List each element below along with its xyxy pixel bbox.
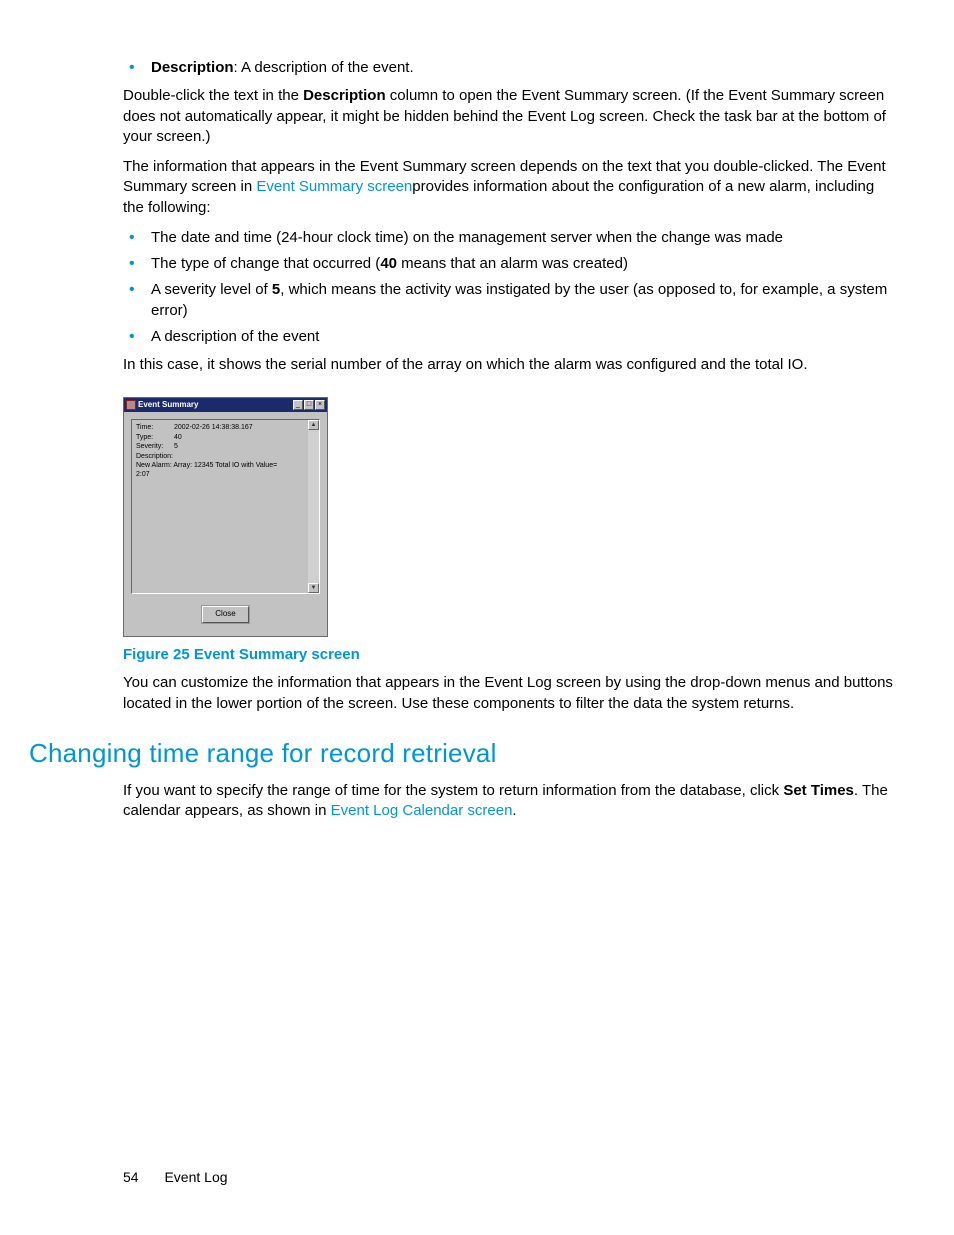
scroll-up-icon[interactable]: ▲ [308,420,319,430]
paragraph: Double-click the text in the Description… [123,86,899,147]
page: Description: A description of the event.… [0,0,954,1235]
event-details-textarea[interactable]: Time:2002-02-26 14:38:38.167 Type:40 Sev… [131,419,320,594]
time-value: 2002-02-26 14:38:38.167 [174,424,253,431]
figure-caption: Figure 25 Event Summary screen [123,645,899,665]
paragraph: In this case, it shows the serial number… [123,355,899,375]
description-label: Description: [136,453,173,460]
bullet-list-top: Description: A description of the event. [123,58,899,78]
scroll-down-icon[interactable]: ▼ [308,583,319,593]
list-item: The date and time (24-hour clock time) o… [123,228,899,248]
bold: 40 [380,255,397,272]
link-event-summary-screen[interactable]: Event Summary screen [256,178,412,195]
time-label: Time: [136,423,174,432]
maximize-button[interactable]: □ [304,400,314,410]
close-x-button[interactable]: × [315,400,325,410]
list-item: The type of change that occurred (40 mea… [123,254,899,274]
bold: 5 [272,281,280,298]
list-item: A severity level of 5, which means the a… [123,280,899,321]
list-text: The date and time (24-hour clock time) o… [151,229,783,246]
type-value: 40 [174,434,182,441]
minimize-button[interactable]: _ [293,400,303,410]
description-value-2: 2:07 [136,471,150,478]
severity-value: 5 [174,443,178,450]
type-label: Type: [136,433,174,442]
bold: Description [303,87,386,104]
link-event-log-calendar[interactable]: Event Log Calendar screen [331,802,513,819]
text: A severity level of [151,281,272,298]
window-title: Event Summary [138,400,291,411]
button-row: Close [131,594,320,629]
window-buttons: _ □ × [293,400,325,410]
text: Double-click the text in the [123,87,303,104]
close-button[interactable]: Close [202,606,248,623]
list-item: Description: A description of the event. [123,58,899,78]
severity-label: Severity: [136,442,174,451]
list-text: : A description of the event. [234,59,414,76]
description-value: New Alarm: Array: 12345 Total IO with Va… [136,462,277,469]
page-footer: 54 Event Log [123,1168,228,1187]
list-item: A description of the event [123,327,899,347]
bold: Set Times [783,782,854,799]
event-summary-window: Event Summary _ □ × Time:2002-02-26 14:3… [123,397,328,637]
paragraph: The information that appears in the Even… [123,157,899,218]
window-titlebar: Event Summary _ □ × [124,398,327,412]
bullet-list-main: The date and time (24-hour clock time) o… [123,228,899,347]
paragraph: If you want to specify the range of time… [123,781,899,822]
footer-section: Event Log [164,1169,227,1185]
app-icon [126,400,136,410]
content-column: Description: A description of the event.… [123,58,899,821]
text: means that an alarm was created) [397,255,628,272]
list-text: A description of the event [151,328,319,345]
text: The type of change that occurred ( [151,255,380,272]
textarea-content: Time:2002-02-26 14:38:38.167 Type:40 Sev… [132,420,308,593]
term: Description [151,59,234,76]
scrollbar[interactable]: ▲ ▼ [308,420,319,593]
section-heading: Changing time range for record retrieval [29,736,899,771]
window-client: Time:2002-02-26 14:38:38.167 Type:40 Sev… [124,412,327,636]
text: If you want to specify the range of time… [123,782,783,799]
paragraph: You can customize the information that a… [123,673,899,714]
text: . [512,802,516,819]
page-number: 54 [123,1169,139,1185]
